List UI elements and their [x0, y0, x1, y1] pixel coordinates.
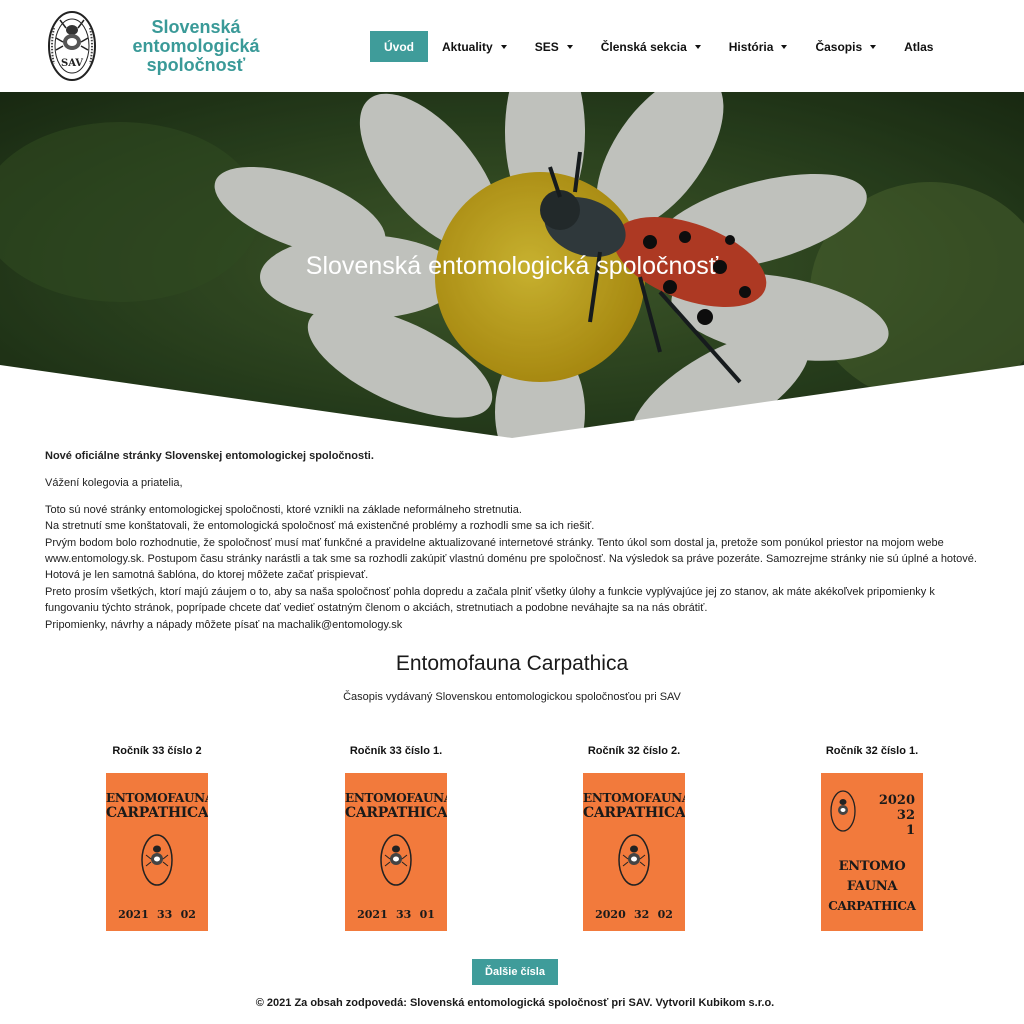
- nav-item-casopis[interactable]: Časopis: [801, 31, 890, 62]
- nav-label: Atlas: [904, 39, 934, 54]
- cover-number: 1: [905, 823, 915, 838]
- cover-footer: 2021 33 01: [345, 908, 447, 921]
- hero-title: Slovenská entomologická spoločnosť: [305, 252, 719, 280]
- journal-cover[interactable]: ENTOMOFAUNA CARPATHICA 2021 33 01: [345, 773, 447, 931]
- cover-title-line-1: ENTOMO: [838, 859, 906, 874]
- cover-volume: 33: [396, 908, 412, 921]
- chevron-down-icon: [870, 44, 877, 49]
- cover-footer: 2020 32 02: [583, 908, 685, 921]
- journal-cover[interactable]: 2020 32 1 ENTOMO FAUNA CARPATHICA: [821, 773, 923, 931]
- journal-subtitle: Časopis vydávaný Slovenskou entomologick…: [343, 691, 681, 703]
- article-line: Preto prosím všetkých, ktorí majú záujem…: [45, 585, 935, 598]
- site-title[interactable]: Slovenská entomologická spoločnosť: [122, 18, 270, 75]
- nav-label: SES: [534, 39, 559, 54]
- cover-issue-info: 2020 32 1: [879, 793, 915, 838]
- issue-label: Ročník 32 číslo 2.: [587, 745, 681, 757]
- hero-banner: Slovenská entomologická spoločnosť: [0, 92, 1024, 438]
- cover-title-line-1: ENTOMOFAUNA: [106, 791, 208, 805]
- article-line: Toto sú nové stránky entomologickej spol…: [45, 503, 522, 516]
- article-line: Na stretnutí sme konštatovali, že entomo…: [45, 520, 595, 533]
- main-nav: Úvod Aktuality SES Členská sekcia Histór…: [370, 31, 947, 62]
- site-title-line-2: entomologická: [132, 36, 260, 56]
- issue-label: Ročník 33 číslo 1.: [349, 745, 443, 757]
- society-logo[interactable]: SAV: [46, 8, 98, 84]
- cover-number: 01: [419, 908, 435, 921]
- cover-year: 2021: [357, 908, 388, 921]
- journal-cover[interactable]: ENTOMOFAUNA CARPATHICA 2020 32 02: [583, 773, 685, 931]
- cover-volume: 32: [896, 808, 915, 823]
- logo-text: SAV: [61, 58, 83, 69]
- article-line: fungovaniu týchto stránok, poprípade chc…: [45, 602, 708, 615]
- nav-label: Časopis: [815, 39, 863, 54]
- site-title-line-1: Slovenská: [151, 17, 241, 37]
- cover-title-line-2: FAUNA: [846, 879, 898, 894]
- journal-title: Entomofauna Carpathica: [395, 652, 629, 675]
- nav-item-atlas[interactable]: Atlas: [890, 31, 947, 62]
- article-heading: Nové oficiálne stránky Slovenskej entomo…: [45, 450, 374, 462]
- cover-number: 02: [180, 908, 196, 921]
- chevron-down-icon: [566, 44, 573, 49]
- cover-volume: 32: [634, 908, 650, 921]
- cover-year: 2020: [595, 908, 626, 921]
- beetle-logo-icon: [618, 834, 650, 886]
- cover-number: 02: [657, 908, 673, 921]
- beetle-logo-icon: [141, 834, 173, 886]
- beetle-logo-icon: [830, 790, 856, 832]
- cover-year: 2021: [118, 908, 149, 921]
- intro-article: Nové oficiálne stránky Slovenskej entomo…: [45, 448, 995, 633]
- article-line: Hotová je len samotná šablóna, do ktorej…: [45, 569, 369, 582]
- issue-label: Ročník 33 číslo 2: [112, 745, 202, 757]
- cover-title-line-3: CARPATHICA: [828, 899, 916, 913]
- cover-title-line-2: CARPATHICA: [106, 805, 208, 821]
- article-greeting: Vážení kolegovia a priatelia,: [45, 476, 183, 489]
- nav-label: História: [728, 39, 774, 54]
- footer-text: © 2021 Za obsah zodpovedá: Slovenská ent…: [255, 997, 775, 1009]
- nav-item-aktuality[interactable]: Aktuality: [428, 31, 521, 62]
- cover-title-line-2: CARPATHICA: [345, 805, 447, 821]
- nav-label: Aktuality: [442, 39, 493, 54]
- nav-label: Úvod: [384, 39, 414, 54]
- article-line: www.entomology.sk. Postupom času stránky…: [45, 553, 977, 566]
- site-title-line-3: spoločnosť: [146, 55, 246, 75]
- article-line: Pripomienky, návrhy a nápady môžete písa…: [45, 618, 403, 631]
- chevron-down-icon: [781, 44, 788, 49]
- issue-label: Ročník 32 číslo 1.: [825, 745, 919, 757]
- beetle-logo-icon: [380, 834, 412, 886]
- cover-volume: 33: [157, 908, 173, 921]
- cover-title-line-2: CARPATHICA: [583, 805, 685, 821]
- site-header: SAV Slovenská entomologická spoločnosť Ú…: [0, 0, 1024, 92]
- nav-item-ses[interactable]: SES: [521, 31, 587, 62]
- more-issues-button[interactable]: Ďalšie čísla: [472, 959, 558, 985]
- cover-footer: 2021 33 02: [106, 908, 208, 921]
- nav-label: Členská sekcia: [600, 39, 687, 54]
- nav-item-historia[interactable]: História: [715, 31, 802, 62]
- cover-title-line-1: ENTOMOFAUNA: [583, 791, 685, 805]
- nav-item-clenska-sekcia[interactable]: Členská sekcia: [587, 31, 715, 62]
- article-line: Prvým bodom bolo rozhodnutie, že spoločn…: [45, 536, 944, 549]
- chevron-down-icon: [500, 44, 507, 49]
- cover-title-line-1: ENTOMOFAUNA: [345, 791, 447, 805]
- cover-year: 2020: [878, 793, 915, 808]
- journal-cover[interactable]: ENTOMOFAUNA CARPATHICA 2021 33 02: [106, 773, 208, 931]
- nav-item-uvod[interactable]: Úvod: [370, 31, 428, 62]
- chevron-down-icon: [694, 44, 701, 49]
